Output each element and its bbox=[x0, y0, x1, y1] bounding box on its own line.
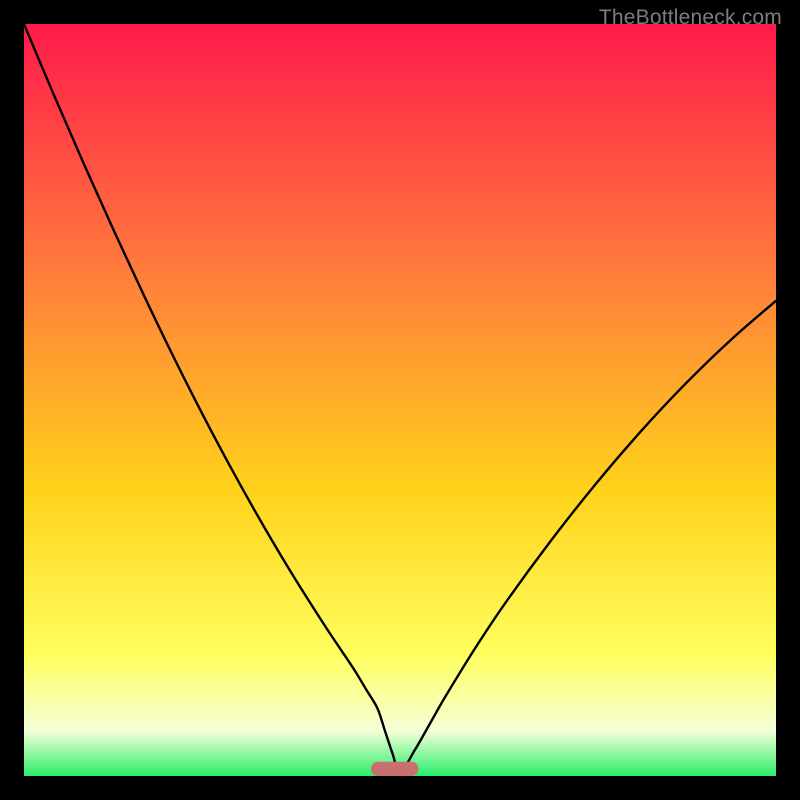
gradient-background bbox=[24, 24, 776, 776]
bottleneck-plot bbox=[24, 24, 776, 776]
chart-frame: TheBottleneck.com bbox=[0, 0, 800, 800]
plot-svg bbox=[24, 24, 776, 776]
optimal-marker bbox=[371, 762, 418, 776]
